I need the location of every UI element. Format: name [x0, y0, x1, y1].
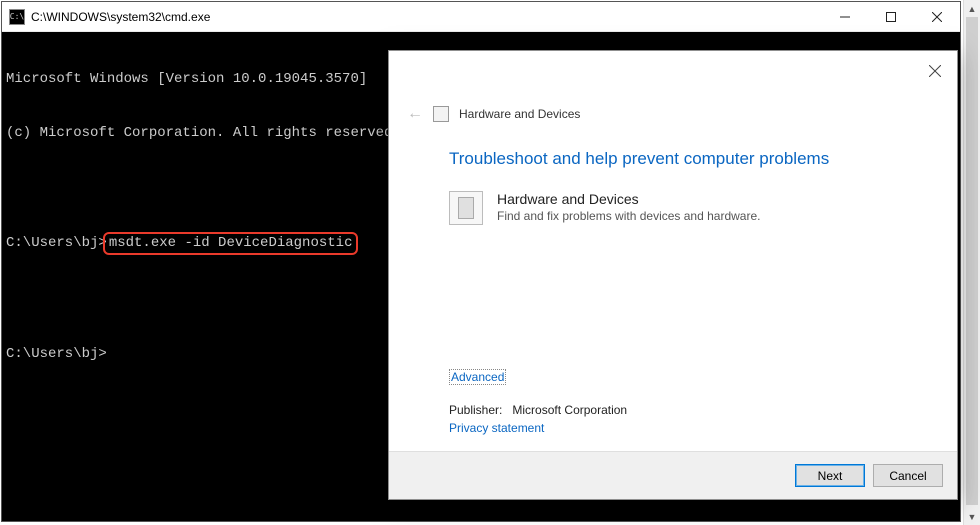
publisher-value: Microsoft Corporation [512, 403, 627, 417]
troubleshooter-dialog: ← Hardware and Devices Troubleshoot and … [388, 50, 958, 500]
dialog-footer: Next Cancel [389, 451, 957, 499]
troubleshooter-item: Hardware and Devices Find and fix proble… [449, 191, 917, 225]
dialog-close-button[interactable] [923, 59, 947, 83]
dialog-lower: Advanced Publisher: Microsoft Corporatio… [389, 369, 957, 451]
dialog-header-title: Hardware and Devices [459, 107, 580, 121]
prompt: C:\Users\bj> [6, 235, 107, 251]
cmd-app-icon: C:\ [9, 9, 25, 25]
highlighted-command: msdt.exe -id DeviceDiagnostic [103, 232, 359, 255]
device-icon [449, 191, 483, 225]
next-button[interactable]: Next [795, 464, 865, 487]
troubleshooter-header-icon [433, 106, 449, 122]
minimize-button[interactable] [822, 2, 868, 32]
privacy-statement-link[interactable]: Privacy statement [449, 421, 544, 435]
cancel-button[interactable]: Cancel [873, 464, 943, 487]
dialog-heading: Troubleshoot and help prevent computer p… [449, 149, 917, 169]
publisher-label: Publisher: [449, 403, 502, 417]
dialog-header: ← Hardware and Devices [389, 51, 957, 123]
back-arrow-icon: ← [407, 105, 423, 123]
cmd-titlebar[interactable]: C:\ C:\WINDOWS\system32\cmd.exe [2, 2, 960, 32]
dialog-body: Troubleshoot and help prevent computer p… [389, 123, 957, 369]
item-description: Find and fix problems with devices and h… [497, 209, 760, 223]
close-button[interactable] [914, 2, 960, 32]
publisher-row: Publisher: Microsoft Corporation [449, 403, 917, 417]
cmd-title: C:\WINDOWS\system32\cmd.exe [31, 10, 210, 24]
advanced-link[interactable]: Advanced [449, 369, 506, 385]
scroll-thumb[interactable] [966, 17, 978, 505]
scroll-up-icon[interactable]: ▲ [964, 0, 980, 17]
maximize-button[interactable] [868, 2, 914, 32]
scroll-down-icon[interactable]: ▼ [964, 508, 980, 525]
item-title: Hardware and Devices [497, 191, 760, 207]
page-scrollbar[interactable]: ▲ ▼ [963, 0, 980, 525]
window-controls [822, 2, 960, 32]
